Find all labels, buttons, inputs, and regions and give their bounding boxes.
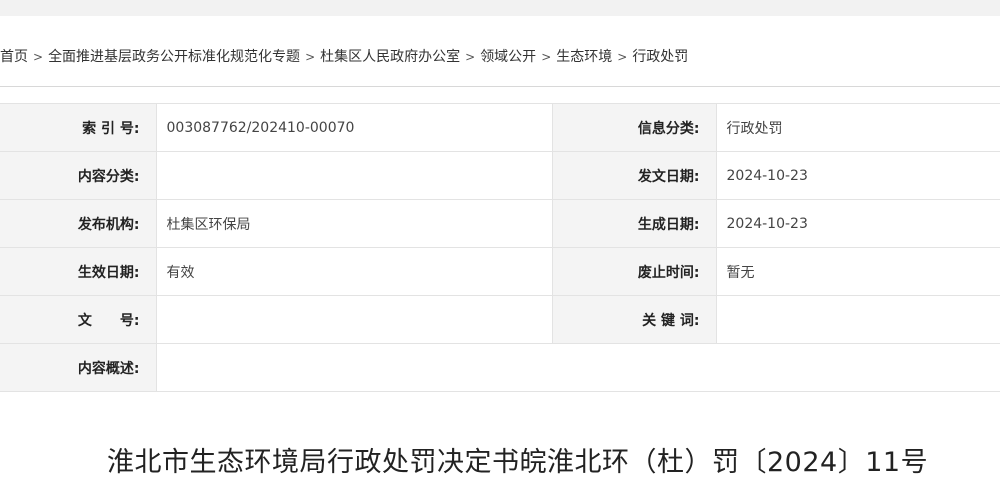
breadcrumb-home[interactable]: 首页 bbox=[0, 49, 28, 65]
top-band bbox=[0, 0, 1000, 16]
breadcrumb-domain[interactable]: 领域公开 bbox=[480, 49, 536, 65]
content-category-value bbox=[155, 151, 552, 200]
keywords-label: 关 键 词: bbox=[551, 295, 716, 344]
breadcrumb-separator: > bbox=[305, 50, 316, 64]
breadcrumb-current[interactable]: 行政处罚 bbox=[632, 49, 688, 65]
table-row: 索 引 号: 003087762/202410-00070 信息分类: 行政处罚 bbox=[0, 103, 1000, 152]
keywords-value bbox=[715, 295, 1000, 344]
doc-number-value bbox=[155, 295, 552, 344]
divider bbox=[0, 86, 1000, 87]
document-title: 淮北市生态环境局行政处罚决定书皖淮北环（杜）罚〔2024〕11号 bbox=[107, 447, 929, 478]
breadcrumb-topic[interactable]: 全面推进基层政务公开标准化规范化专题 bbox=[48, 49, 300, 65]
category-label: 信息分类: bbox=[551, 103, 716, 152]
breadcrumb-separator: > bbox=[617, 50, 628, 64]
index-value: 003087762/202410-00070 bbox=[155, 103, 552, 152]
breadcrumb-separator: > bbox=[33, 50, 44, 64]
effective-value: 有效 bbox=[155, 247, 552, 296]
table-row: 文 号: 关 键 词: bbox=[0, 295, 1000, 344]
created-date-label: 生成日期: bbox=[551, 199, 716, 248]
table-row: 内容概述: bbox=[0, 343, 1000, 392]
table-row: 内容分类: 发文日期: 2024-10-23 bbox=[0, 151, 1000, 200]
summary-value bbox=[155, 343, 1000, 392]
doc-number-label: 文 号: bbox=[0, 295, 156, 344]
issue-date-label: 发文日期: bbox=[551, 151, 716, 200]
publisher-label: 发布机构: bbox=[0, 199, 156, 248]
issue-date-value: 2024-10-23 bbox=[715, 151, 1000, 200]
breadcrumb-ecology[interactable]: 生态环境 bbox=[556, 49, 612, 65]
category-value: 行政处罚 bbox=[715, 103, 1000, 152]
index-label: 索 引 号: bbox=[0, 103, 156, 152]
effective-label: 生效日期: bbox=[0, 247, 156, 296]
summary-label: 内容概述: bbox=[0, 343, 156, 392]
created-date-value: 2024-10-23 bbox=[715, 199, 1000, 248]
table-row: 发布机构: 杜集区环保局 生成日期: 2024-10-23 bbox=[0, 199, 1000, 248]
content-category-label: 内容分类: bbox=[0, 151, 156, 200]
abolish-label: 废止时间: bbox=[551, 247, 716, 296]
breadcrumb: 首页 > 全面推进基层政务公开标准化规范化专题 > 杜集区人民政府办公室 > 领域公开 > 生态… bbox=[0, 46, 688, 68]
publisher-value: 杜集区环保局 bbox=[155, 199, 552, 248]
breadcrumb-office[interactable]: 杜集区人民政府办公室 bbox=[320, 49, 460, 65]
table-row: 生效日期: 有效 废止时间: 暂无 bbox=[0, 247, 1000, 296]
abolish-value: 暂无 bbox=[715, 247, 1000, 296]
info-table: 索 引 号: 003087762/202410-00070 信息分类: 行政处罚… bbox=[0, 103, 1000, 392]
breadcrumb-separator: > bbox=[541, 50, 552, 64]
breadcrumb-separator: > bbox=[465, 50, 476, 64]
